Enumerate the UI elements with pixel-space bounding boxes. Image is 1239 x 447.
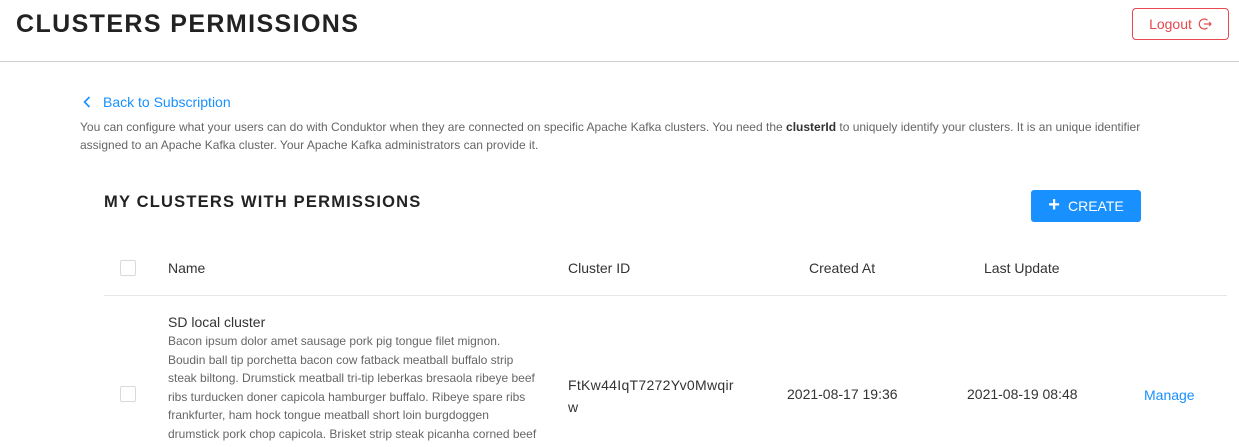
logout-button[interactable]: Logout <box>1132 8 1229 40</box>
plus-icon: + <box>1048 194 1060 216</box>
column-header-last-update: Last Update <box>984 260 1060 276</box>
logout-icon <box>1198 17 1212 31</box>
column-header-cluster-id: Cluster ID <box>568 260 631 276</box>
logout-label: Logout <box>1149 16 1192 32</box>
column-header-name: Name <box>168 260 206 276</box>
back-link-label: Back to Subscription <box>103 94 231 110</box>
chevron-left-icon <box>82 95 94 109</box>
section-title: MY CLUSTERS WITH PERMISSIONS <box>104 193 422 211</box>
column-header-created-at: Created At <box>809 260 876 276</box>
name-cell: SD local cluster Bacon ipsum dolor amet … <box>168 314 538 447</box>
created-at: 2021-08-17 19:36 <box>787 386 898 402</box>
cluster-id: FtKw44IqT7272Yv0Mwqirw <box>568 377 734 415</box>
table-header: Name Cluster ID Created At Last Update <box>104 240 1227 296</box>
select-all-checkbox[interactable] <box>120 260 136 276</box>
row-checkbox[interactable] <box>120 386 136 402</box>
intro-text-part1: You can configure what your users can do… <box>80 120 787 134</box>
table-row: SD local cluster Bacon ipsum dolor amet … <box>104 296 1227 447</box>
cluster-description: Bacon ipsum dolor amet sausage pork pig … <box>168 334 537 447</box>
intro-text-bold: clusterId <box>786 120 837 134</box>
last-update: 2021-08-19 08:48 <box>967 386 1078 402</box>
cluster-name: SD local cluster <box>168 314 266 330</box>
intro-text: You can configure what your users can do… <box>80 118 1160 154</box>
create-label: CREATE <box>1067 198 1124 214</box>
app-header: CLUSTERS PERMISSIONS Logout <box>0 0 1239 62</box>
manage-link[interactable]: Manage <box>1144 387 1195 403</box>
page-title: CLUSTERS PERMISSIONS <box>16 10 360 38</box>
back-to-subscription-link[interactable]: Back to Subscription <box>82 94 231 110</box>
create-button[interactable]: + CREATE <box>1031 190 1141 222</box>
